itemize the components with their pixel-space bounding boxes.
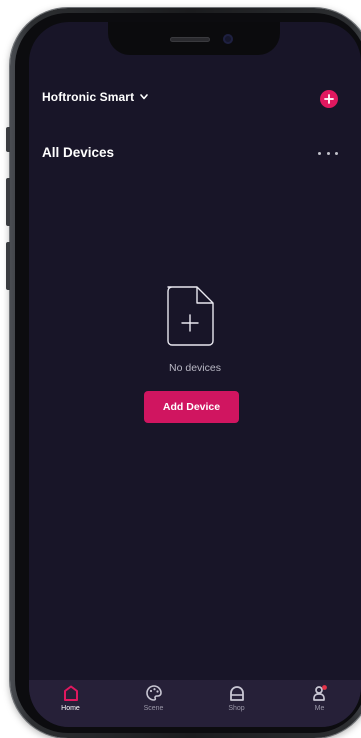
mute-switch <box>6 127 10 152</box>
tab-me[interactable]: Me <box>278 680 361 727</box>
tab-home-label: Home <box>61 705 80 712</box>
tab-shop-label: Shop <box>228 705 245 712</box>
add-device-button[interactable]: Add Device <box>144 391 239 423</box>
document-plus-icon <box>167 286 214 346</box>
more-dot <box>326 151 330 155</box>
app-screen: Hoftronic Smart All Devices No devices A… <box>29 22 361 727</box>
empty-state-message: No devices <box>169 362 221 374</box>
plus-icon <box>324 94 334 104</box>
bottom-tab-bar: Home Scene Shop Me <box>29 680 361 727</box>
person-icon <box>312 685 327 701</box>
speaker-grille <box>170 37 210 42</box>
home-name: Hoftronic Smart <box>42 90 135 104</box>
shop-icon <box>229 686 244 701</box>
home-selector[interactable]: Hoftronic Smart <box>42 90 149 104</box>
more-dot <box>335 151 338 155</box>
tab-shop[interactable]: Shop <box>195 680 278 727</box>
tab-me-label: Me <box>314 705 325 712</box>
tab-home[interactable]: Home <box>29 680 112 727</box>
more-dot <box>318 151 321 155</box>
tab-scene[interactable]: Scene <box>112 680 195 727</box>
chevron-down-icon <box>140 94 148 100</box>
home-icon <box>63 685 78 701</box>
volume-down-button <box>6 242 10 290</box>
tab-scene-label: Scene <box>143 705 164 712</box>
more-options-button[interactable] <box>318 147 338 159</box>
front-camera <box>223 34 233 44</box>
volume-up-button <box>6 178 10 226</box>
add-button[interactable] <box>320 90 338 108</box>
notch <box>108 22 280 55</box>
palette-icon <box>145 685 162 701</box>
notification-dot <box>321 685 327 690</box>
section-title: All Devices <box>42 145 115 160</box>
